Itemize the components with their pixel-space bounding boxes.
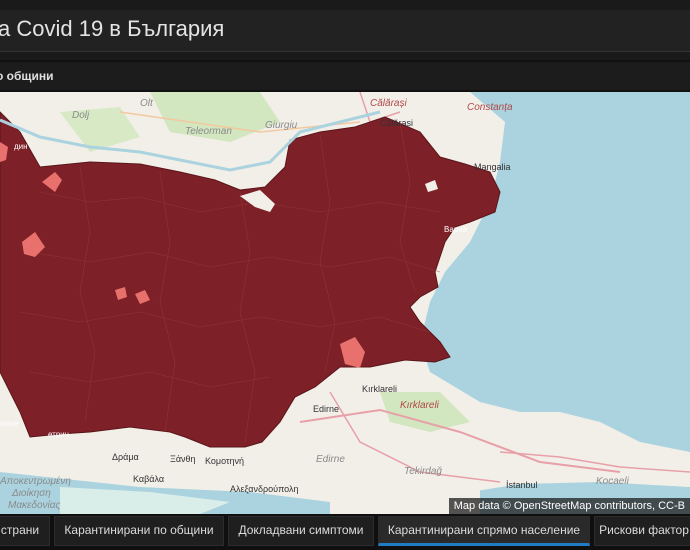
map-label: Călărași xyxy=(380,118,413,128)
map-label: Ξάνθη xyxy=(170,454,196,464)
tab-quarantined-vs-population[interactable]: Карантинирани спрямо население xyxy=(378,516,590,546)
map-label: Kırklareli xyxy=(400,400,440,411)
map-label: Dolj xyxy=(72,110,90,121)
map-panel-header-bar: о общини xyxy=(0,62,690,90)
map-label: Αλεξανδρούπολη xyxy=(230,484,298,494)
map-label: Μακεδονίας xyxy=(8,499,60,511)
map-panel-title: о общини xyxy=(0,69,54,83)
map-label: Αποκεντρωμένη xyxy=(0,475,71,487)
map-label: Constanța xyxy=(467,102,513,113)
map-label: етрич xyxy=(48,430,69,439)
map-panel-header: о общини xyxy=(0,60,690,92)
map-attribution[interactable]: Map data © OpenStreetMap contributors, C… xyxy=(448,498,690,514)
map-label: Tekirdağ xyxy=(404,466,442,477)
map-label: Kocaeli xyxy=(596,476,630,487)
tab-reported-symptoms[interactable]: Докладвани симптоми xyxy=(228,516,374,546)
title-bar-panel: a Covid 19 в България xyxy=(0,10,690,52)
map-view[interactable]: Călărași Constanța Olt Dolj Teleorman Gi… xyxy=(0,92,690,514)
dashboard-title: a Covid 19 в България xyxy=(0,16,225,41)
map-label: Olt xyxy=(140,98,154,109)
tab-quarantined-by-municipality[interactable]: Карантинирани по общини xyxy=(54,516,224,546)
map-label: Mangalia xyxy=(474,162,511,172)
map-label: моче xyxy=(0,419,19,428)
map-label: Edirne xyxy=(316,454,345,465)
map-label: Kırklareli xyxy=(362,384,397,394)
map-label: дин xyxy=(14,142,28,151)
tab-bar: страни Карантинирани по общини Докладван… xyxy=(0,514,690,550)
tab-risk-factors[interactable]: Рискови фактор xyxy=(594,516,690,546)
tab-countries[interactable]: страни xyxy=(0,516,50,546)
map-label: Călărași xyxy=(370,98,407,109)
map-label: Δράμα xyxy=(112,452,139,462)
map-label: Giurgiu xyxy=(265,120,298,131)
map-label: Διοίκηση xyxy=(11,487,51,499)
map-canvas[interactable]: Călărași Constanța Olt Dolj Teleorman Gi… xyxy=(0,92,690,514)
map-label: Варна xyxy=(444,225,468,234)
title-bar: a Covid 19 в България xyxy=(0,0,690,60)
map-label: Κομοτηνή xyxy=(205,456,244,466)
map-label: İstanbul xyxy=(506,480,538,490)
map-label: Edirne xyxy=(313,404,339,414)
map-label: Καβάλα xyxy=(133,474,164,484)
map-label: Teleorman xyxy=(185,126,232,137)
